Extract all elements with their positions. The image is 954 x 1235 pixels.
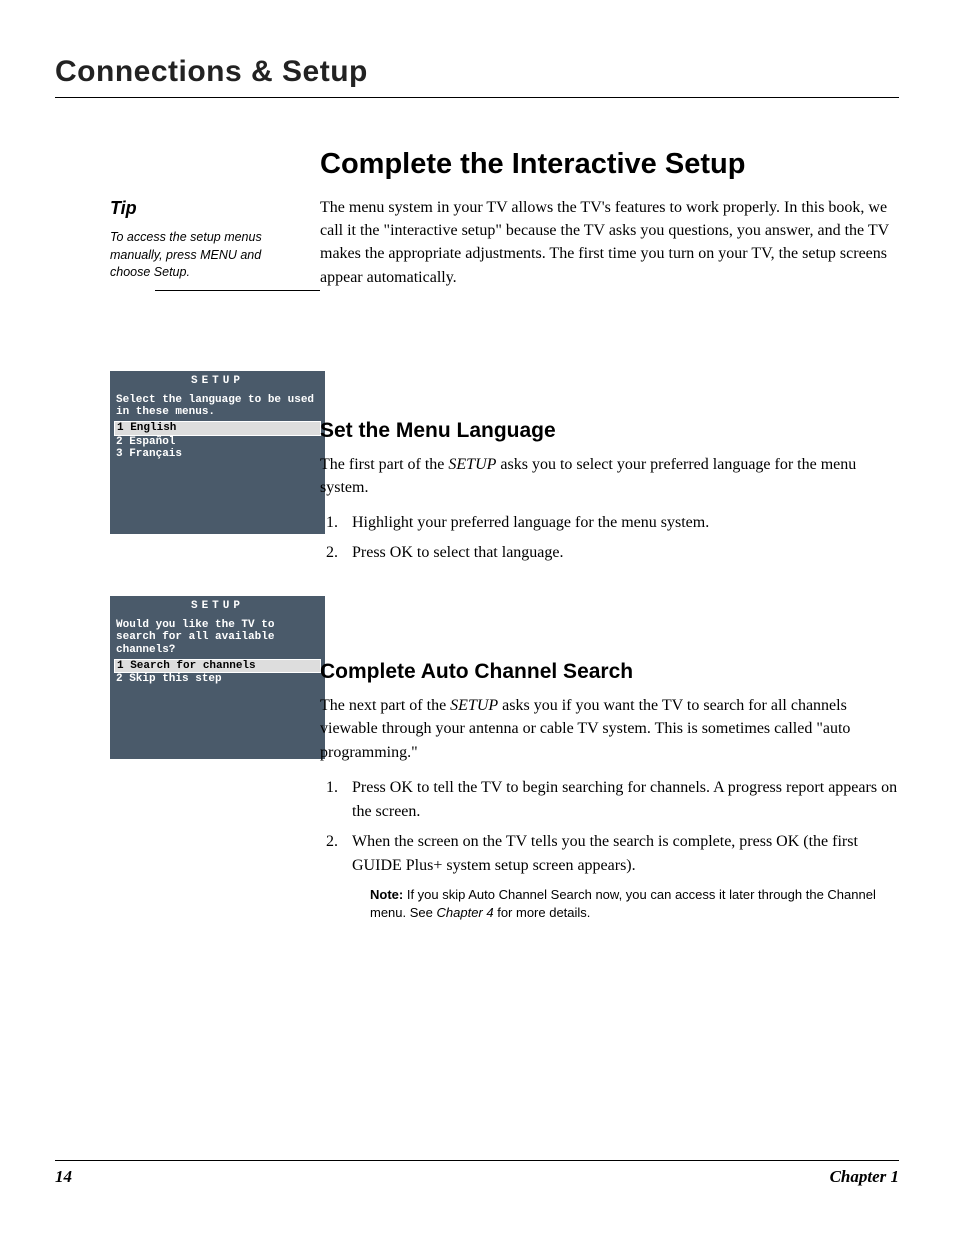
screen-title: SETUP bbox=[110, 596, 325, 619]
screen-title: SETUP bbox=[110, 371, 325, 394]
screen-option: 2 Español bbox=[110, 436, 325, 449]
setup-screen-language: SETUP Select the language to be used in … bbox=[110, 371, 325, 534]
chapter-reference: Chapter 4 bbox=[437, 905, 494, 920]
step: Highlight your preferred language for th… bbox=[342, 511, 899, 535]
page-number: 14 bbox=[55, 1167, 72, 1187]
note-text: for more details. bbox=[494, 905, 591, 920]
page-body: Tip To access the setup menus manually, … bbox=[55, 148, 899, 922]
chapter-label: Chapter 1 bbox=[830, 1167, 899, 1187]
page-header: Connections & Setup bbox=[55, 55, 899, 98]
screen-option: 2 Skip this step bbox=[110, 673, 325, 686]
text: The first part of the bbox=[320, 456, 448, 473]
intro-paragraph: The menu system in your TV allows the TV… bbox=[320, 196, 899, 289]
tip-heading: Tip bbox=[110, 198, 290, 219]
setup-word: SETUP bbox=[450, 697, 498, 714]
right-column: Complete the Interactive Setup The menu … bbox=[320, 148, 899, 922]
screen-option-selected: 1 Search for channels bbox=[114, 659, 321, 674]
text: The next part of the bbox=[320, 697, 450, 714]
steps-list: Highlight your preferred language for th… bbox=[320, 511, 899, 565]
tip-text: To access the setup menus manually, pres… bbox=[110, 229, 290, 282]
section-paragraph: The next part of the SETUP asks you if y… bbox=[320, 694, 899, 764]
screen-option: 3 Français bbox=[110, 448, 325, 461]
screen-option-selected: 1 English bbox=[114, 421, 321, 436]
section-title: Set the Menu Language bbox=[320, 419, 899, 443]
setup-word: SETUP bbox=[448, 456, 496, 473]
step: When the screen on the TV tells you the … bbox=[342, 830, 899, 878]
header-rule bbox=[55, 97, 899, 98]
section-auto-channel: Complete Auto Channel Search The next pa… bbox=[320, 660, 899, 922]
note: Note: If you skip Auto Channel Search no… bbox=[370, 886, 899, 922]
page-footer: 14 Chapter 1 bbox=[55, 1160, 899, 1187]
left-column: Tip To access the setup menus manually, … bbox=[55, 148, 290, 922]
screen-prompt: Would you like the TV to search for all … bbox=[110, 619, 325, 659]
screen-prompt: Select the language to be used in these … bbox=[110, 394, 325, 421]
chapter-title: Connections & Setup bbox=[55, 55, 899, 89]
section-title: Complete Auto Channel Search bbox=[320, 660, 899, 684]
main-title: Complete the Interactive Setup bbox=[320, 148, 899, 181]
tip-box: Tip To access the setup menus manually, … bbox=[110, 198, 290, 291]
setup-screen-channel: SETUP Would you like the TV to search fo… bbox=[110, 596, 325, 759]
section-paragraph: The first part of the SETUP asks you to … bbox=[320, 453, 899, 499]
tip-rule bbox=[155, 290, 320, 291]
section-language: Set the Menu Language The first part of … bbox=[320, 419, 899, 565]
steps-list: Press OK to tell the TV to begin searchi… bbox=[320, 776, 899, 878]
step: Press OK to select that language. bbox=[342, 541, 899, 565]
step: Press OK to tell the TV to begin searchi… bbox=[342, 776, 899, 824]
note-label: Note: bbox=[370, 887, 403, 902]
